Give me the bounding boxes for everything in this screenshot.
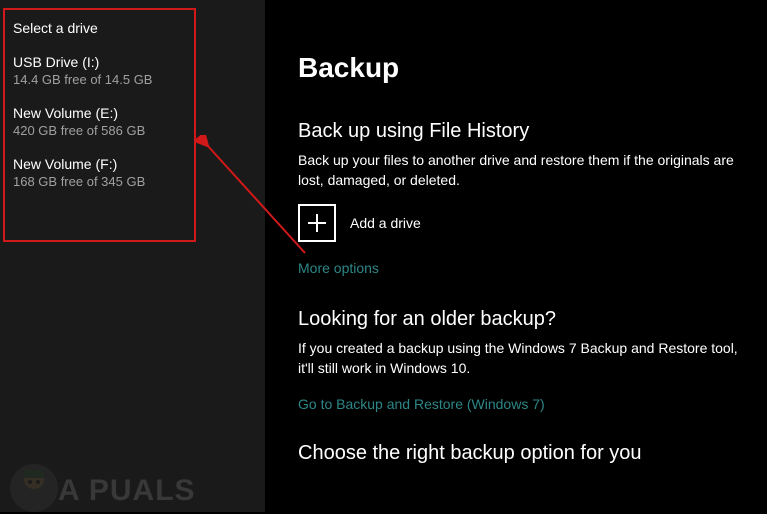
goto-backup-restore-link[interactable]: Go to Backup and Restore (Windows 7) xyxy=(298,396,545,412)
drive-space: 420 GB free of 586 GB xyxy=(13,123,186,138)
drive-name: New Volume (F:) xyxy=(13,156,186,172)
file-history-desc: Back up your files to another drive and … xyxy=(298,151,748,190)
drive-space: 168 GB free of 345 GB xyxy=(13,174,186,189)
choose-option-title: Choose the right backup option for you xyxy=(298,442,748,465)
add-drive-label: Add a drive xyxy=(350,215,421,231)
older-backup-title: Looking for an older backup? xyxy=(298,308,748,331)
left-nav-panel: Select a drive USB Drive (I:) 14.4 GB fr… xyxy=(0,0,265,512)
drive-item-new-volume-f[interactable]: New Volume (F:) 168 GB free of 345 GB xyxy=(13,156,186,189)
watermark-logo-icon xyxy=(6,458,62,514)
drive-space: 14.4 GB free of 14.5 GB xyxy=(13,72,186,87)
plus-icon xyxy=(298,204,336,242)
more-options-link[interactable]: More options xyxy=(298,260,379,276)
drive-name: New Volume (E:) xyxy=(13,105,186,121)
watermark: A PUALS xyxy=(6,452,196,508)
drive-name: USB Drive (I:) xyxy=(13,54,186,70)
file-history-title: Back up using File History xyxy=(298,120,748,143)
page-title: Backup xyxy=(298,52,748,84)
watermark-text: A PUALS xyxy=(58,474,196,508)
add-drive-button[interactable]: Add a drive xyxy=(298,204,748,242)
drive-select-flyout: Select a drive USB Drive (I:) 14.4 GB fr… xyxy=(3,8,196,242)
main-content: Backup Back up using File History Back u… xyxy=(298,52,748,473)
drive-item-new-volume-e[interactable]: New Volume (E:) 420 GB free of 586 GB xyxy=(13,105,186,138)
drive-item-usb-i[interactable]: USB Drive (I:) 14.4 GB free of 14.5 GB xyxy=(13,54,186,87)
flyout-heading: Select a drive xyxy=(13,20,186,36)
older-backup-desc: If you created a backup using the Window… xyxy=(298,339,748,378)
